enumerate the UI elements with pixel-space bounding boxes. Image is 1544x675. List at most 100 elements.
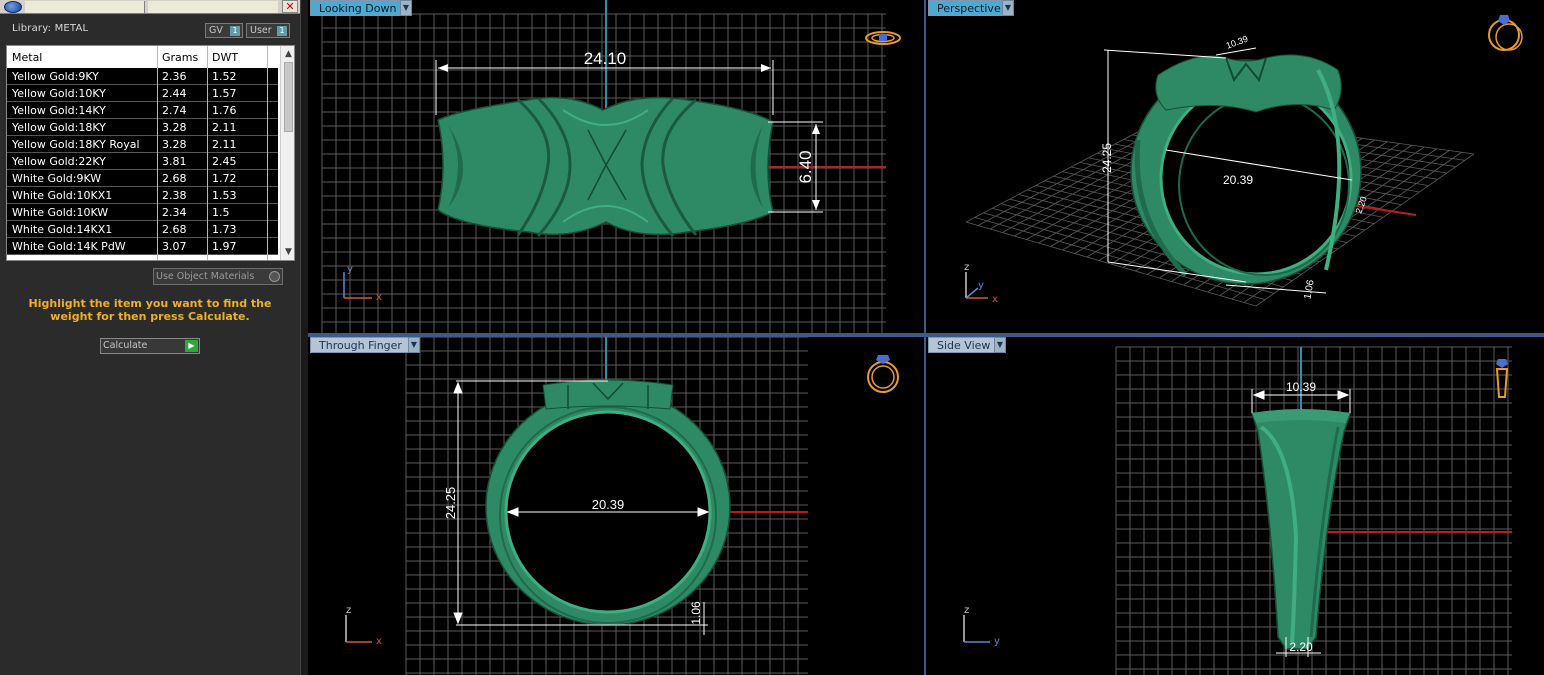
cell-dwt: 1.73 [212,223,237,236]
table-row[interactable]: Yellow Gold:9KY 2.36 1.52 [7,68,278,85]
gv-count: 1 [230,26,240,36]
close-panel-button[interactable]: ✕ [282,0,298,13]
axis-x-label: x [992,294,998,305]
radio-icon [269,271,280,282]
app-window: ✕ Library: METAL GV 1 User 1 Metal Grams… [0,0,1544,675]
user-button[interactable]: User 1 [246,23,290,38]
table-scrollbar[interactable]: ▲ ▼ [280,46,294,260]
viewport-menu-chevron-down-icon[interactable]: ▼ [1002,0,1014,16]
view-orientation-icon[interactable] [1488,15,1523,51]
cell-dwt: 1.52 [212,70,237,83]
axis-y-label: y [347,264,353,275]
axis-tripod: z y [963,605,1000,647]
table-row[interactable]: White Gold:14KX1 2.68 1.73 [7,221,278,238]
cell-grams: 2.44 [162,87,187,100]
table-row[interactable]: White Gold:10KX1 2.38 1.53 [7,187,278,204]
user-count: 1 [277,26,287,36]
calculate-button[interactable]: Calculate ▶ [100,338,200,354]
front-inner-label: 20.39 [592,497,625,512]
axis-tripod: z x [345,605,382,647]
app-logo-icon [4,1,22,13]
viewport-label-looking-down[interactable]: Looking Down [310,0,406,16]
header-metal[interactable]: Metal [12,51,42,64]
cell-grams: 3.81 [162,155,187,168]
table-row[interactable]: Yellow Gold:10KY 2.44 1.57 [7,85,278,102]
scroll-thumb[interactable] [284,62,293,132]
viewport-menu-chevron-down-icon[interactable]: ▼ [408,337,420,353]
axis-z-label: z [964,262,969,273]
cell-grams: 3.28 [162,138,187,151]
cell-metal: White Gold:10KW [12,206,109,219]
gv-label: GV [209,25,223,36]
scroll-up-arrow-icon[interactable]: ▲ [283,48,294,60]
panel-title-bar: ✕ [0,0,300,14]
axis-x-label: x [376,292,382,303]
table-row[interactable]: Yellow Gold:18KY Royal 3.28 2.11 [7,136,278,153]
cell-grams: 2.68 [162,223,187,236]
viewport-label-side-view[interactable]: Side View [928,337,1000,353]
view-orientation-icon[interactable] [1495,359,1509,398]
table-row[interactable]: White Gold:10KW 2.34 1.5 [7,204,278,221]
front-bottom-label: 1.06 [689,601,703,625]
dimension-width-label: 24.10 [584,49,627,68]
viewport-through-finger[interactable]: 24.25 20.39 1.06 z x Through Finger ▼ [308,337,924,675]
view-orientation-icon[interactable] [867,355,899,393]
axis-y-label: y [978,280,984,291]
cell-grams: 2.38 [162,189,187,202]
panel-splitter[interactable] [300,0,308,675]
cell-dwt: 2.45 [212,155,237,168]
table-row[interactable]: White Gold:14K PdW 3.07 1.97 [7,238,278,255]
viewport-menu-chevron-down-icon[interactable]: ▼ [994,337,1006,353]
scroll-down-arrow-icon[interactable]: ▼ [283,246,294,258]
cell-dwt: 1.76 [212,104,237,117]
header-dwt[interactable]: DWT [212,51,238,64]
axis-y-label: y [994,636,1000,647]
viewport-looking-down[interactable]: 24.10 6.40 y x Looking Down ▼ [308,0,924,333]
cell-metal: Yellow Gold:18KY Royal [12,138,140,151]
table-row[interactable]: White Gold:9KW 2.68 1.72 [7,170,278,187]
table-row[interactable]: Yellow Gold:22KY 3.81 2.45 [7,153,278,170]
viewport-side-view[interactable]: 10.39 2.20 z y Side View ▼ [926,337,1544,675]
cell-metal: Yellow Gold:9KY [12,70,99,83]
table-row[interactable]: Yellow Gold:18KY 3.28 2.11 [7,119,278,136]
front-height-label: 24.25 [443,487,458,520]
viewport-label-through-finger[interactable]: Through Finger [310,337,411,353]
cell-grams: 2.34 [162,206,187,219]
table-header: Metal Grams DWT [7,46,267,68]
table-row[interactable]: Yellow Gold:14KY 2.74 1.76 [7,102,278,119]
viewport-perspective[interactable]: 24.25 20.39 10.39 2.20 1.06 z y x Perspe… [926,0,1544,333]
view-orientation-icon[interactable] [865,31,901,45]
cell-grams: 2.74 [162,104,187,117]
cell-metal: Yellow Gold:10KY [12,87,106,100]
cell-metal: Yellow Gold:22KY [12,155,106,168]
panel-tab-1[interactable] [25,1,145,13]
cell-metal: White Gold:10KX1 [12,189,113,202]
use-object-materials-label: Use Object Materials [156,271,255,282]
library-label: Library: METAL [12,23,89,34]
cell-grams: 2.36 [162,70,187,83]
use-object-materials-toggle[interactable]: Use Object Materials [153,268,283,285]
perspective-inner-label: 20.39 [1223,173,1253,187]
side-top-label: 10.39 [1286,380,1316,394]
viewport-splitter-vertical[interactable] [924,0,926,675]
axis-tripod: z y x [964,262,998,305]
viewport-label-perspective[interactable]: Perspective [928,0,1010,16]
user-label: User [250,25,272,36]
cell-metal: White Gold:14K PdW [12,240,126,253]
axis-z-label: z [964,605,969,616]
cell-grams: 3.07 [162,240,187,253]
viewport-splitter-horizontal[interactable] [308,333,1544,337]
ring-model-top [437,96,774,237]
panel-tab-2[interactable] [148,1,278,13]
gv-button[interactable]: GV 1 [205,23,243,38]
perspective-height-label: 24.25 [1100,143,1114,173]
cell-dwt: 2.11 [212,138,237,151]
viewport-menu-chevron-down-icon[interactable]: ▼ [400,0,412,16]
cell-dwt: 1.5 [212,206,230,219]
header-grams[interactable]: Grams [162,51,198,64]
cell-dwt: 1.53 [212,189,237,202]
play-arrow-icon: ▶ [185,340,198,352]
cell-dwt: 1.57 [212,87,237,100]
perspective-top-label: 10.39 [1225,34,1250,51]
calculate-label: Calculate [103,340,148,351]
